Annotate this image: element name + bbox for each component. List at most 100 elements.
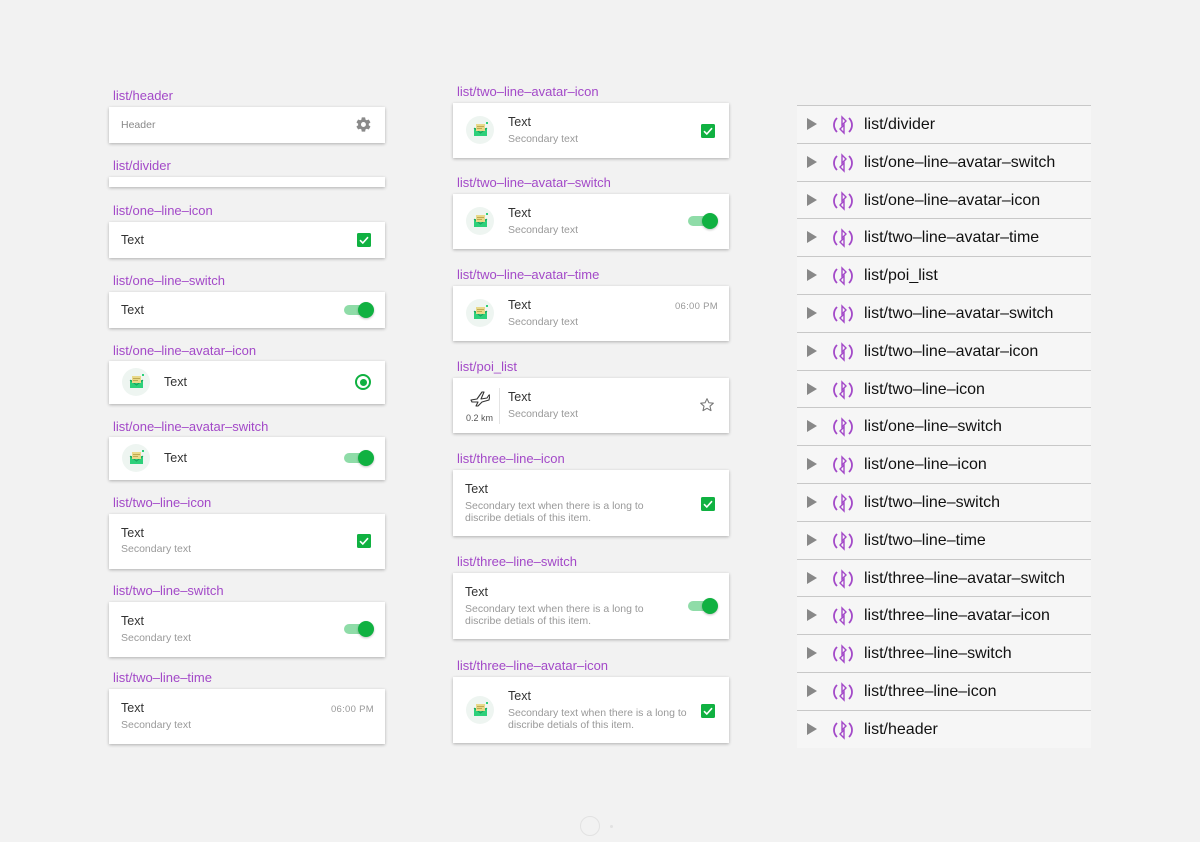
symbol-instance-icon — [832, 303, 854, 330]
component-label: list/two–line–avatar–icon — [457, 84, 599, 99]
layer-row[interactable]: list/two–line–switch — [797, 483, 1091, 521]
disclosure-triangle-icon[interactable] — [807, 269, 817, 282]
layer-row[interactable]: list/three–line–switch — [797, 634, 1091, 673]
list-one-line-avatar-switch-card[interactable]: Text — [109, 437, 385, 480]
disclosure-triangle-icon[interactable] — [807, 571, 817, 584]
disclosure-triangle-icon[interactable] — [807, 458, 817, 471]
disclosure-triangle-icon[interactable] — [807, 307, 817, 319]
checkbox-checked-icon[interactable] — [701, 704, 715, 718]
list-three-line-switch-card[interactable]: Text Secondary text when there is a long… — [453, 573, 729, 639]
toggle-on-icon[interactable] — [344, 302, 374, 318]
disclosure-triangle-icon[interactable] — [807, 231, 817, 244]
list-divider-card — [109, 177, 385, 187]
layer-row[interactable]: list/poi_list — [797, 256, 1091, 295]
checkbox-checked-icon[interactable] — [701, 497, 715, 511]
disclosure-triangle-icon[interactable] — [807, 155, 817, 168]
layer-row[interactable]: list/two–line–avatar–switch — [797, 294, 1091, 332]
layer-row[interactable]: list/two–line–time — [797, 520, 1091, 559]
mail-avatar-icon — [466, 116, 494, 144]
mail-avatar-icon — [466, 299, 494, 327]
secondary-text: Secondary text — [121, 719, 192, 731]
component-label: list/three–line–avatar–icon — [457, 658, 609, 673]
star-outline-icon[interactable] — [699, 397, 715, 418]
radio-selected-icon[interactable] — [355, 374, 371, 390]
primary-text: Text — [164, 451, 187, 465]
disclosure-triangle-icon[interactable] — [807, 344, 817, 357]
layer-row[interactable]: list/three–line–avatar–icon — [797, 596, 1091, 635]
list-header-card[interactable]: Header — [109, 107, 385, 143]
component-label: list/two–line–switch — [113, 583, 224, 598]
component-label: list/three–line–icon — [457, 451, 565, 466]
toggle-on-icon[interactable] — [688, 598, 718, 614]
layer-name: list/header — [864, 720, 938, 738]
checkbox-checked-icon[interactable] — [701, 124, 715, 138]
component-label: list/one–line–avatar–switch — [113, 419, 269, 434]
list-one-line-icon-card[interactable]: Text — [109, 222, 385, 258]
layer-row[interactable]: list/header — [797, 709, 1091, 748]
disclosure-triangle-icon[interactable] — [807, 118, 817, 130]
symbol-instance-icon — [832, 227, 854, 254]
watermark-dot — [610, 825, 613, 828]
layer-row[interactable]: list/one–line–avatar–switch — [797, 142, 1091, 181]
disclosure-triangle-icon[interactable] — [807, 533, 817, 546]
disclosure-triangle-icon[interactable] — [807, 496, 817, 508]
component-label: list/one–line–icon — [113, 203, 213, 218]
list-one-line-avatar-icon-card[interactable]: Text — [109, 361, 385, 404]
symbol-instance-icon — [832, 341, 854, 368]
layer-row[interactable]: list/two–line–icon — [797, 369, 1091, 408]
layer-name: list/one–line–switch — [864, 418, 1002, 436]
list-one-line-switch-card[interactable]: Text — [109, 292, 385, 328]
component-label: list/three–line–switch — [457, 554, 577, 569]
disclosure-triangle-icon[interactable] — [807, 193, 817, 206]
layer-row[interactable]: list/one–line–switch — [797, 407, 1091, 446]
list-two-line-avatar-icon-card[interactable]: Text Secondary text — [453, 103, 729, 158]
disclosure-triangle-icon[interactable] — [807, 647, 817, 660]
list-three-line-avatar-icon-card[interactable]: Text Secondary text when there is a long… — [453, 677, 729, 743]
disclosure-triangle-icon[interactable] — [807, 382, 817, 395]
disclosure-triangle-icon[interactable] — [807, 722, 817, 735]
mail-avatar-icon — [122, 368, 150, 396]
column-left: list/header Header list/divider list/one… — [109, 0, 386, 842]
layer-name: list/poi_list — [864, 267, 938, 285]
primary-text: Text — [121, 233, 144, 247]
toggle-on-icon[interactable] — [344, 450, 374, 466]
component-label: list/two–line–icon — [113, 495, 212, 510]
list-three-line-icon-card[interactable]: Text Secondary text when there is a long… — [453, 470, 729, 536]
list-two-line-time-card[interactable]: Text Secondary text 06:00 PM — [109, 689, 385, 744]
primary-text: Text — [121, 614, 144, 628]
layer-row[interactable]: list/two–line–avatar–icon — [797, 331, 1091, 370]
gear-icon[interactable] — [355, 116, 372, 138]
layer-row[interactable]: list/divider — [797, 105, 1091, 143]
layer-row[interactable]: list/three–line–icon — [797, 672, 1091, 710]
watermark-logo — [580, 816, 600, 836]
symbol-instance-icon — [832, 114, 854, 141]
symbol-instance-icon — [832, 152, 854, 179]
secondary-text: Secondary text when there is a long to d… — [508, 707, 687, 731]
mail-avatar-icon — [122, 444, 150, 472]
primary-text: Text — [508, 298, 531, 312]
list-two-line-icon-card[interactable]: Text Secondary text — [109, 514, 385, 569]
toggle-on-icon[interactable] — [344, 621, 374, 637]
list-two-line-avatar-time-card[interactable]: Text Secondary text 06:00 PM — [453, 286, 729, 341]
toggle-on-icon[interactable] — [688, 213, 718, 229]
airplane-icon — [470, 389, 491, 412]
disclosure-triangle-icon[interactable] — [807, 685, 817, 697]
primary-text: Text — [465, 482, 488, 496]
primary-text: Text — [465, 585, 488, 599]
layer-row[interactable]: list/three–line–avatar–switch — [797, 558, 1091, 597]
primary-text: Text — [164, 375, 187, 389]
primary-text: Text — [121, 701, 144, 715]
checkbox-checked-icon[interactable] — [357, 534, 371, 548]
list-two-line-switch-card[interactable]: Text Secondary text — [109, 602, 385, 657]
layer-row[interactable]: list/one–line–avatar–icon — [797, 180, 1091, 219]
layer-row[interactable]: list/one–line–icon — [797, 445, 1091, 484]
disclosure-triangle-icon[interactable] — [807, 420, 817, 433]
layer-row[interactable]: list/two–line–avatar–time — [797, 218, 1091, 257]
primary-text: Text — [508, 390, 531, 404]
checkbox-checked-icon[interactable] — [357, 233, 371, 247]
disclosure-triangle-icon[interactable] — [807, 609, 817, 622]
list-two-line-avatar-switch-card[interactable]: Text Secondary text — [453, 194, 729, 249]
primary-text: Text — [121, 303, 144, 317]
list-poi-list-card[interactable]: 0.2 km Text Secondary text — [453, 378, 729, 433]
divider-line — [499, 388, 500, 424]
